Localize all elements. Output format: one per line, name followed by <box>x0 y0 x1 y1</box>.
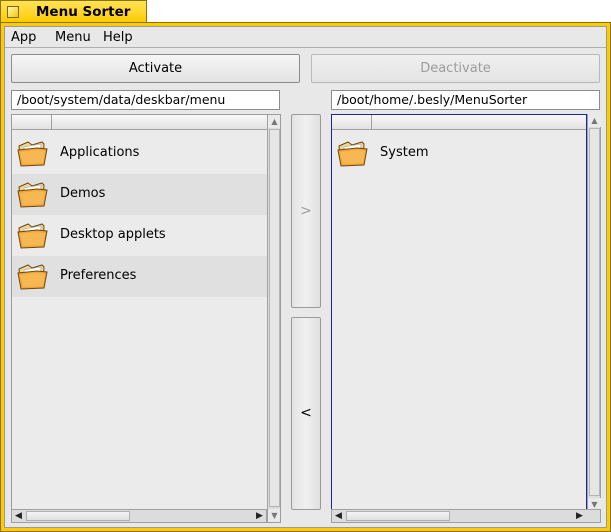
move-left-button[interactable]: < <box>291 317 321 510</box>
folder-icon <box>17 180 49 208</box>
right-path-field[interactable]: /boot/home/.besly/MenuSorter <box>331 90 600 110</box>
scroll-left-icon[interactable]: ◀ <box>332 510 345 522</box>
list-item-label: Applications <box>60 145 140 160</box>
list-item-label: Preferences <box>60 268 137 283</box>
right-menu-list[interactable]: System <box>331 114 587 511</box>
list-item[interactable]: Demos <box>12 174 267 215</box>
menu-help[interactable]: Help <box>103 30 133 45</box>
list-item[interactable]: Desktop applets <box>12 215 267 256</box>
left-vertical-scrollbar[interactable]: ▲ ▼ <box>267 115 280 522</box>
menu-menu[interactable]: Menu <box>55 30 91 45</box>
window-title-tab[interactable]: Menu Sorter <box>0 0 147 23</box>
folder-icon <box>17 221 49 249</box>
activate-button[interactable]: Activate <box>11 54 300 83</box>
scroll-left-icon[interactable]: ◀ <box>12 510 25 522</box>
left-horizontal-scrollbar[interactable]: ◀ ▶ <box>11 509 267 523</box>
folder-icon <box>17 262 49 290</box>
list-item-label: System <box>380 145 429 160</box>
folder-icon <box>337 139 369 167</box>
list-item-label: Demos <box>60 186 106 201</box>
list-item[interactable]: Applications <box>12 133 267 174</box>
scroll-right-icon[interactable]: ▶ <box>253 510 266 522</box>
right-list-header <box>332 115 586 130</box>
list-item[interactable]: System <box>332 133 586 174</box>
left-path-field[interactable]: /boot/system/data/deskbar/menu <box>11 90 280 110</box>
deactivate-button[interactable]: Deactivate <box>311 54 600 83</box>
window-title: Menu Sorter <box>36 4 131 20</box>
list-item[interactable]: Preferences <box>12 256 267 297</box>
scroll-up-icon[interactable]: ▲ <box>588 114 601 127</box>
close-window-icon[interactable] <box>7 6 19 18</box>
scroll-thumb[interactable] <box>346 511 450 521</box>
left-menu-list[interactable]: Applications Demos Desktop applets Prefe… <box>11 114 281 523</box>
scroll-thumb[interactable] <box>589 128 600 496</box>
right-vertical-scrollbar[interactable]: ▲ ▼ <box>587 114 601 511</box>
left-list-header <box>12 115 267 130</box>
move-right-button[interactable]: > <box>291 114 321 308</box>
scroll-right-icon[interactable]: ▶ <box>573 510 586 522</box>
scroll-down-icon[interactable]: ▼ <box>268 509 280 522</box>
window-frame: App Menu Help Activate Deactivate /boot/… <box>0 22 611 532</box>
right-horizontal-scrollbar[interactable]: ◀ ▶ <box>331 509 601 523</box>
menu-bar: App Menu Help <box>5 27 606 48</box>
menu-app[interactable]: App <box>11 30 36 45</box>
scroll-thumb[interactable] <box>269 129 280 507</box>
window-content: App Menu Help Activate Deactivate /boot/… <box>4 26 607 528</box>
folder-icon <box>17 139 49 167</box>
scroll-up-icon[interactable]: ▲ <box>268 115 280 128</box>
list-item-label: Desktop applets <box>60 227 166 242</box>
scroll-thumb[interactable] <box>26 511 130 521</box>
